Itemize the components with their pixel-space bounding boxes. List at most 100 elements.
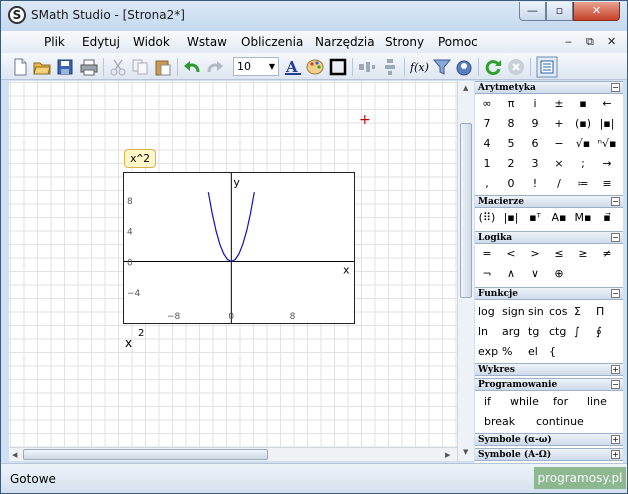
macierze-button[interactable]: A▪: [547, 211, 571, 224]
logika-button[interactable]: ≠: [595, 247, 619, 260]
panel-header-logika[interactable]: Logika −: [475, 231, 623, 244]
logika-button[interactable]: =: [475, 247, 499, 260]
collapse-icon[interactable]: −: [611, 83, 620, 92]
panel-header-wykres[interactable]: Wykres +: [475, 363, 623, 376]
funkcje-button[interactable]: ctg: [549, 325, 566, 338]
arytmetyka-button[interactable]: →: [595, 157, 619, 170]
arytmetyka-button[interactable]: 5: [499, 137, 523, 150]
save-icon[interactable]: [56, 58, 74, 76]
arytmetyka-button[interactable]: π: [499, 97, 523, 110]
arytmetyka-button[interactable]: ±: [547, 97, 571, 110]
arytmetyka-button[interactable]: ▪: [571, 97, 595, 110]
paste-icon[interactable]: [154, 58, 172, 76]
arytmetyka-button[interactable]: 8: [499, 117, 523, 130]
arytmetyka-button[interactable]: i: [523, 97, 547, 110]
logika-button[interactable]: ≥: [571, 247, 595, 260]
menu-edytuj[interactable]: Edytuj: [82, 35, 120, 49]
collapse-icon[interactable]: −: [611, 197, 620, 206]
funkcje-button[interactable]: el: [528, 345, 538, 358]
arytmetyka-button[interactable]: 2: [499, 157, 523, 170]
arytmetyka-button[interactable]: ←: [595, 97, 619, 110]
funkcje-button[interactable]: Σ: [574, 305, 581, 318]
redo-icon[interactable]: [206, 58, 224, 76]
funkcje-button[interactable]: {: [549, 345, 556, 358]
funkcje-button[interactable]: exp: [478, 345, 498, 358]
funkcje-button[interactable]: ∮: [596, 325, 602, 338]
panel-header-symbole-lower[interactable]: Symbole (α-ω) +: [475, 433, 623, 446]
menu-plik[interactable]: Plik: [44, 35, 65, 49]
close-button[interactable]: ✕: [573, 2, 620, 21]
expand-icon[interactable]: +: [611, 365, 620, 374]
vertical-scrollbar[interactable]: ▲ ▼: [457, 81, 474, 461]
open-folder-icon[interactable]: [33, 58, 51, 76]
panels-toggle-icon[interactable]: [536, 56, 558, 78]
panel-header-symbole-upper[interactable]: Symbole (Α-Ω) +: [475, 448, 623, 461]
arytmetyka-button[interactable]: (▪): [571, 117, 595, 130]
programowanie-button[interactable]: line: [587, 395, 607, 408]
programowanie-button[interactable]: while: [510, 395, 539, 408]
arytmetyka-button[interactable]: |▪|: [595, 117, 619, 130]
arytmetyka-button[interactable]: ⁿ√▪: [595, 137, 619, 150]
arytmetyka-button[interactable]: /: [547, 177, 571, 190]
arytmetyka-button[interactable]: !: [523, 177, 547, 190]
cut-icon[interactable]: [109, 58, 127, 76]
funkcje-button[interactable]: %: [502, 345, 512, 358]
menu-strony[interactable]: Strony: [385, 35, 424, 49]
scroll-up-icon[interactable]: ▲: [463, 84, 468, 92]
macierze-button[interactable]: ▪ᵀ: [523, 211, 547, 224]
expression-region[interactable]: x^2: [124, 149, 156, 168]
panel-header-programowanie[interactable]: Programowanie −: [475, 378, 623, 391]
arytmetyka-button[interactable]: +: [547, 117, 571, 130]
border-icon[interactable]: [329, 58, 347, 76]
logika-button[interactable]: ⊕: [547, 267, 571, 280]
align-horizontal-icon[interactable]: [358, 58, 376, 76]
doc-restore-button[interactable]: ⧉: [586, 35, 594, 49]
filter-icon[interactable]: [433, 58, 451, 76]
funkcje-button[interactable]: sign: [502, 305, 525, 318]
panel-header-macierze[interactable]: Macierze −: [475, 195, 623, 208]
programowanie-button[interactable]: continue: [536, 415, 584, 428]
expand-icon[interactable]: +: [611, 435, 620, 444]
horizontal-scrollbar[interactable]: ◀ ▶: [9, 447, 457, 461]
funkcje-button[interactable]: ∫: [574, 325, 580, 338]
logika-button[interactable]: ≤: [547, 247, 571, 260]
arytmetyka-button[interactable]: ≡: [595, 177, 619, 190]
undo-icon[interactable]: [183, 58, 201, 76]
doc-minimize-button[interactable]: ‒: [565, 35, 572, 48]
funkcje-button[interactable]: arg: [502, 325, 520, 338]
macierze-button[interactable]: ▪⃗: [595, 211, 619, 224]
arytmetyka-button[interactable]: 7: [475, 117, 499, 130]
arytmetyka-button[interactable]: 9: [523, 117, 547, 130]
align-vertical-icon[interactable]: [381, 58, 399, 76]
scroll-left-icon[interactable]: ◀: [12, 451, 17, 459]
doc-close-button[interactable]: ✕: [607, 35, 616, 48]
arytmetyka-button[interactable]: ≔: [571, 177, 595, 190]
collapse-icon[interactable]: −: [611, 233, 620, 242]
expand-icon[interactable]: +: [611, 450, 620, 459]
funkcje-button[interactable]: log: [478, 305, 495, 318]
menu-widok[interactable]: Widok: [133, 35, 170, 49]
funkcje-button[interactable]: sin: [528, 305, 544, 318]
programowanie-button[interactable]: break: [484, 415, 515, 428]
menu-wstaw[interactable]: Wstaw: [187, 35, 227, 49]
logika-button[interactable]: >: [523, 247, 547, 260]
font-color-icon[interactable]: A: [284, 58, 302, 76]
arytmetyka-button[interactable]: ;: [571, 157, 595, 170]
programowanie-button[interactable]: for: [553, 395, 568, 408]
arytmetyka-button[interactable]: 4: [475, 137, 499, 150]
funkcje-button[interactable]: Π: [596, 305, 604, 318]
arytmetyka-button[interactable]: ,: [475, 177, 499, 190]
arytmetyka-button[interactable]: ×: [547, 157, 571, 170]
arytmetyka-button[interactable]: 3: [523, 157, 547, 170]
macierze-button[interactable]: M▪: [571, 211, 595, 224]
logika-button[interactable]: ∨: [523, 267, 547, 280]
print-icon[interactable]: [80, 58, 98, 76]
logika-button[interactable]: <: [499, 247, 523, 260]
menu-obliczenia[interactable]: Obliczenia: [241, 35, 303, 49]
minimize-button[interactable]: —: [519, 2, 546, 21]
recalculate-icon[interactable]: [484, 58, 502, 76]
menu-narzedzia[interactable]: Narzędzia: [315, 35, 375, 49]
collapse-icon[interactable]: −: [611, 380, 620, 389]
new-document-icon[interactable]: [11, 58, 29, 76]
programowanie-button[interactable]: if: [484, 395, 491, 408]
